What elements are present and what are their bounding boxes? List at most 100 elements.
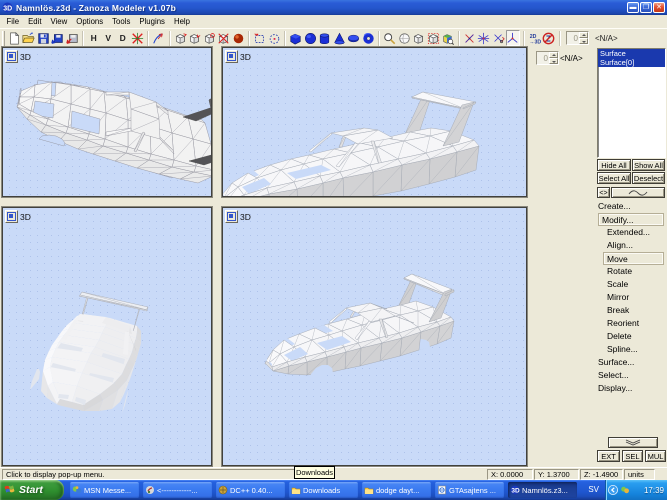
minimize-button[interactable]: ▬ xyxy=(627,2,639,13)
prim-sphere-button[interactable] xyxy=(303,30,318,46)
collapse-button[interactable]: <> xyxy=(597,187,610,198)
menu-view[interactable]: View xyxy=(46,16,72,27)
command-mirror[interactable]: Mirror xyxy=(607,291,629,303)
command-delete[interactable]: Delete xyxy=(607,330,632,342)
h-view-button[interactable]: H xyxy=(87,30,102,46)
spinner-down-icon[interactable] xyxy=(579,38,588,44)
language-indicator[interactable]: SV xyxy=(588,485,599,494)
command-create[interactable]: Create... xyxy=(598,200,631,212)
wire-cube-button[interactable] xyxy=(412,30,427,46)
command-spline[interactable]: Spline... xyxy=(607,343,638,355)
viewport-mode-button[interactable] xyxy=(225,210,238,223)
expand-commands-button[interactable] xyxy=(608,437,658,448)
v-view-button[interactable]: V xyxy=(101,30,116,46)
prim-disc-button[interactable] xyxy=(347,30,362,46)
select-circle-button[interactable] xyxy=(267,30,282,46)
viewport-top-right[interactable]: 3D xyxy=(222,47,527,197)
taskbar-task-5[interactable]: GTAsajtens ... xyxy=(435,482,504,498)
open-file-button[interactable] xyxy=(22,30,37,46)
export-button[interactable] xyxy=(65,30,80,46)
command-select[interactable]: Select... xyxy=(598,369,629,381)
material-cube-button[interactable] xyxy=(441,30,456,46)
taskbar-task-4[interactable]: dodge dayt... xyxy=(362,482,431,498)
filter-button[interactable] xyxy=(152,30,167,46)
command-reorient[interactable]: Reorient xyxy=(607,317,639,329)
sphere-tool-button[interactable] xyxy=(397,30,412,46)
deselect-button[interactable]: Deselect xyxy=(632,172,665,184)
command-scale[interactable]: Scale xyxy=(607,278,628,290)
select-rect-button[interactable] xyxy=(253,30,268,46)
vertex-triad-button[interactable] xyxy=(506,30,521,46)
menu-edit[interactable]: Edit xyxy=(24,16,46,27)
viewport-top-left[interactable]: 3D xyxy=(2,47,212,197)
list-item-surface0[interactable]: Surface[0] xyxy=(598,58,665,67)
command-align[interactable]: Align... xyxy=(607,239,633,251)
spinner-arrows[interactable] xyxy=(579,32,588,44)
viewport-mode-button[interactable] xyxy=(5,210,18,223)
wave-button[interactable] xyxy=(611,187,665,198)
zoom-button[interactable] xyxy=(383,30,398,46)
spinner-down-icon[interactable] xyxy=(549,58,558,64)
taskbar-task-2[interactable]: DC++ 0.40... xyxy=(216,482,285,498)
select-all-button[interactable]: Select All xyxy=(597,172,631,184)
tray-chevron-icon[interactable] xyxy=(608,485,618,495)
menu-plugins[interactable]: Plugins xyxy=(135,16,170,27)
menu-help[interactable]: Help xyxy=(169,16,194,27)
ext-mode-button[interactable]: EXT xyxy=(597,450,620,462)
titlebar[interactable]: 3D Namnlös.z3d - Zanoza Modeler v1.07b ▬… xyxy=(0,0,667,15)
new-file-button[interactable] xyxy=(7,30,22,46)
command-modify[interactable]: Modify... xyxy=(598,213,664,226)
taskbar-task-6[interactable]: 3DNamnlös.z3... xyxy=(508,482,577,498)
prim-torus-button[interactable] xyxy=(361,30,376,46)
import-button[interactable] xyxy=(51,30,66,46)
toolbar-selector[interactable]: <N/A> xyxy=(595,34,618,43)
start-button[interactable]: Start xyxy=(0,480,64,500)
viewport-bottom-right[interactable]: 3D xyxy=(222,207,527,466)
view-cube-3-button[interactable] xyxy=(202,30,217,46)
reset-axes-button[interactable] xyxy=(130,30,145,46)
hide-all-button[interactable]: Hide All xyxy=(597,159,631,171)
d-view-button[interactable]: D xyxy=(116,30,131,46)
menu-file[interactable]: File xyxy=(2,16,24,27)
view-cube-2-button[interactable] xyxy=(188,30,203,46)
list-item-surface[interactable]: Surface xyxy=(598,49,665,58)
sidebar-selector[interactable]: <N/A> xyxy=(560,54,583,63)
command-surface[interactable]: Surface... xyxy=(598,356,634,368)
vertex-cross-button[interactable] xyxy=(462,30,477,46)
command-break[interactable]: Break xyxy=(607,304,629,316)
taskbar-task-0[interactable]: MSN Messe... xyxy=(70,482,139,498)
restore-button[interactable]: ❐ xyxy=(640,2,652,13)
mode-2d3d-button[interactable]: 2D→3D xyxy=(527,30,542,46)
command-display[interactable]: Display... xyxy=(598,382,632,394)
toolbar-spinner[interactable]: 0 xyxy=(566,31,589,45)
taskbar-task-1[interactable]: <------------... xyxy=(143,482,212,498)
vertex-star-button[interactable] xyxy=(477,30,492,46)
viewport-mode-button[interactable] xyxy=(5,50,18,63)
command-extended[interactable]: Extended... xyxy=(607,226,650,238)
show-all-button[interactable]: Show All xyxy=(632,159,665,171)
prim-cube-button[interactable] xyxy=(289,30,304,46)
sidebar-spinner[interactable]: 0 xyxy=(536,51,559,65)
view-cube-1-button[interactable] xyxy=(173,30,188,46)
z-lock-button[interactable]: Z xyxy=(542,30,557,46)
menu-options[interactable]: Options xyxy=(72,16,108,27)
mul-mode-button[interactable]: MUL xyxy=(645,450,666,462)
command-move[interactable]: Move xyxy=(603,252,664,265)
taskbar-task-3[interactable]: Downloads xyxy=(289,482,358,498)
view-cube-off-button[interactable] xyxy=(217,30,232,46)
surface-listbox[interactable]: Surface Surface[0] xyxy=(597,48,666,158)
select-cube-button[interactable] xyxy=(426,30,441,46)
viewport-bottom-left[interactable]: 3D xyxy=(2,207,212,466)
prim-cylinder-button[interactable] xyxy=(318,30,333,46)
prim-cone-button[interactable] xyxy=(332,30,347,46)
viewport-mode-button[interactable] xyxy=(225,50,238,63)
close-button[interactable]: ✕ xyxy=(653,2,665,13)
render-sphere-button[interactable] xyxy=(231,30,246,46)
spinner-arrows[interactable] xyxy=(549,52,558,64)
sel-mode-button[interactable]: SEL xyxy=(622,450,643,462)
menu-tools[interactable]: Tools xyxy=(108,16,135,27)
vertex-lasso-button[interactable] xyxy=(491,30,506,46)
tray-messenger-icon[interactable] xyxy=(620,485,630,495)
save-file-button[interactable] xyxy=(36,30,51,46)
command-rotate[interactable]: Rotate xyxy=(607,265,632,277)
